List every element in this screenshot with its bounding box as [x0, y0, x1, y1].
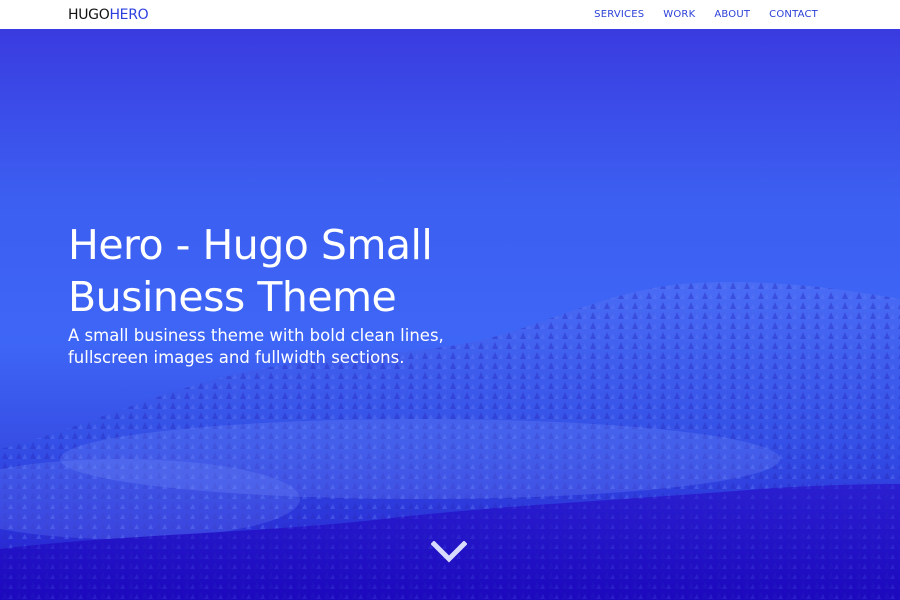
brand-logo-link[interactable]: HUGOHERO: [68, 6, 149, 24]
nav-link-work[interactable]: WORK: [663, 8, 695, 22]
hero-subtitle: A small business theme with bold clean l…: [68, 326, 444, 367]
main-nav: SERVICES WORK ABOUT CONTACT: [575, 8, 818, 22]
chevron-down-icon: [430, 540, 468, 563]
nav-link-about[interactable]: ABOUT: [714, 8, 750, 22]
brand-text-hugo: HUGO: [68, 7, 110, 23]
hero-title: Hero - Hugo Small Business Theme: [68, 221, 433, 321]
nav-link-services[interactable]: SERVICES: [594, 8, 644, 22]
page: HUGOHERO SERVICES WORK ABOUT CONTACT Her…: [0, 0, 900, 600]
top-navbar: HUGOHERO SERVICES WORK ABOUT CONTACT: [0, 0, 900, 29]
nav-link-contact[interactable]: CONTACT: [769, 8, 818, 22]
brand-text-hero: HERO: [109, 7, 149, 23]
scroll-down-button[interactable]: [430, 540, 468, 565]
hero-section: Hero - Hugo Small Business Theme A small…: [0, 29, 900, 600]
